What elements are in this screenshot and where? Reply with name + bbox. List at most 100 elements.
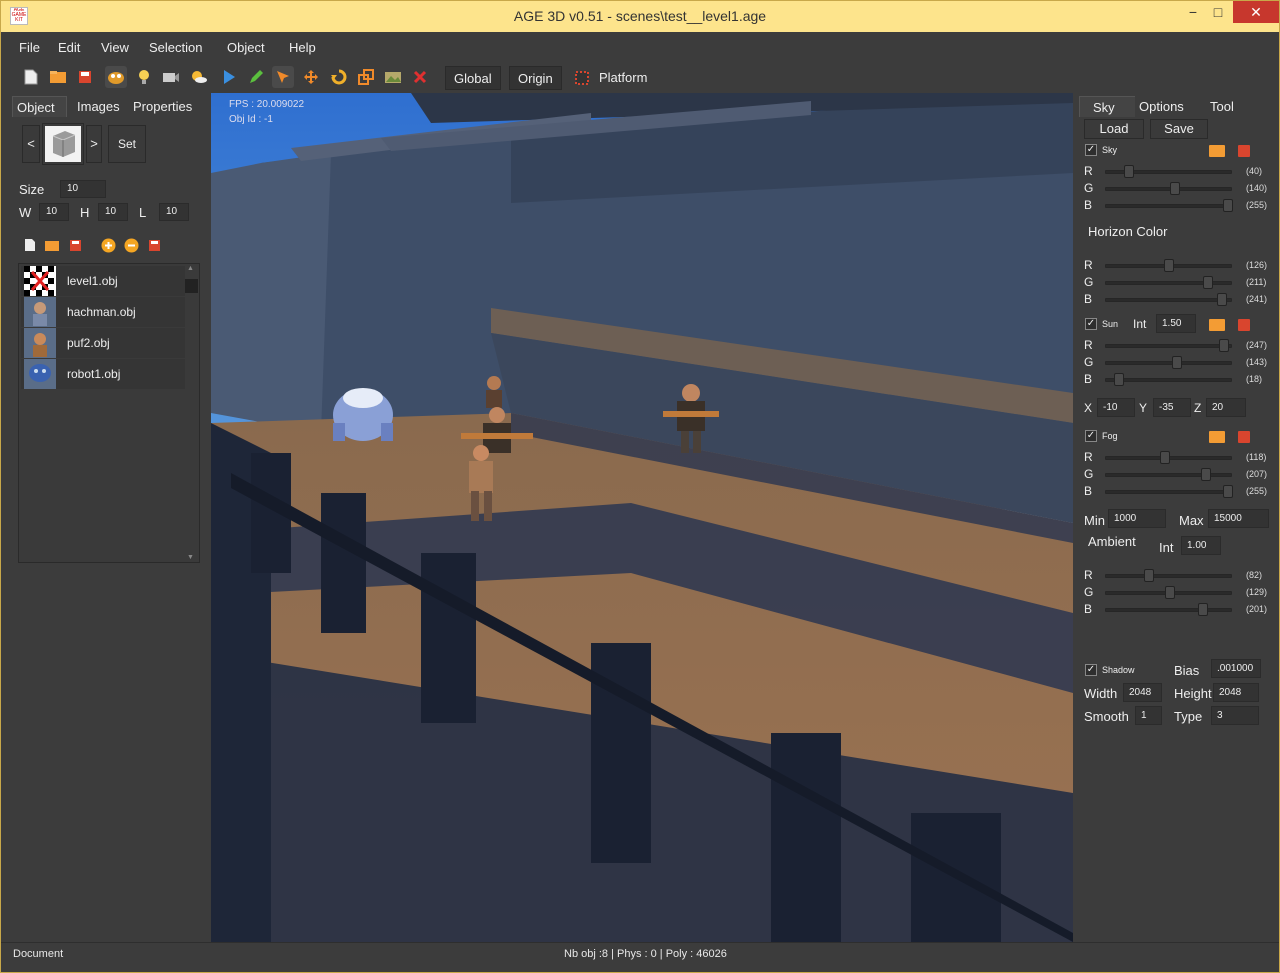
sky-checkbox[interactable]: ✓	[1085, 144, 1097, 156]
save-object-icon[interactable]	[64, 234, 86, 256]
menu-object[interactable]: Object	[227, 40, 265, 55]
scale-icon[interactable]	[355, 66, 377, 88]
menu-edit[interactable]: Edit	[58, 40, 80, 55]
light-bulb-icon[interactable]	[133, 66, 155, 88]
sky-save-icon[interactable]	[1238, 145, 1250, 157]
slider-handle[interactable]	[1144, 569, 1154, 582]
move-icon[interactable]	[300, 66, 322, 88]
fog-r-slider[interactable]	[1105, 451, 1232, 464]
tab-object[interactable]: Object	[12, 96, 67, 117]
slider-handle[interactable]	[1203, 276, 1213, 289]
next-object-button[interactable]: >	[86, 125, 102, 163]
menu-selection[interactable]: Selection	[149, 40, 202, 55]
shadow-width-field[interactable]: 2048	[1123, 683, 1162, 702]
open-object-icon[interactable]	[41, 234, 63, 256]
sky-open-folder-icon[interactable]	[1209, 145, 1225, 157]
ambient-b-slider[interactable]	[1105, 603, 1232, 616]
list-item[interactable]: robot1.obj	[21, 359, 186, 389]
size-field[interactable]: 10	[60, 180, 106, 198]
object-preview[interactable]	[42, 123, 84, 165]
scroll-up-arrow[interactable]: ▲	[187, 265, 194, 272]
3d-viewport[interactable]: FPS : 20.009022 Obj Id : -1	[211, 93, 1073, 942]
sun-intensity-field[interactable]: 1.50	[1156, 314, 1196, 333]
menu-view[interactable]: View	[101, 40, 129, 55]
monster-icon[interactable]	[105, 66, 127, 88]
rotate-icon[interactable]	[328, 66, 350, 88]
tab-tool[interactable]: Tool	[1206, 96, 1238, 117]
scroll-thumb[interactable]	[185, 279, 198, 293]
list-item[interactable]: puf2.obj	[21, 328, 186, 358]
shadow-type-field[interactable]: 3	[1211, 706, 1259, 725]
fog-checkbox[interactable]: ✓	[1085, 430, 1097, 442]
ambient-r-slider[interactable]	[1105, 569, 1232, 582]
sky-b-slider[interactable]	[1105, 199, 1233, 212]
camera-icon[interactable]	[160, 66, 182, 88]
sky-g-slider[interactable]	[1105, 182, 1232, 195]
slider-handle[interactable]	[1223, 199, 1233, 212]
object-file-list[interactable]: level1.obj hachman.obj puf2.obj robot1.o…	[18, 263, 200, 563]
ambient-g-slider[interactable]	[1105, 586, 1232, 599]
h-field[interactable]: 10	[98, 203, 128, 221]
shadow-height-field[interactable]: 2048	[1213, 683, 1259, 702]
slider-handle[interactable]	[1160, 451, 1170, 464]
save-sky-button[interactable]: Save	[1150, 119, 1208, 139]
add-icon[interactable]	[97, 234, 119, 256]
tab-options[interactable]: Options	[1135, 96, 1188, 117]
origin-button[interactable]: Origin	[509, 66, 562, 90]
sun-save-icon[interactable]	[1238, 319, 1250, 331]
menu-help[interactable]: Help	[289, 40, 316, 55]
slider-handle[interactable]	[1201, 468, 1211, 481]
terrain-icon[interactable]	[382, 66, 404, 88]
fog-save-icon[interactable]	[1238, 431, 1250, 443]
maximize-button[interactable]: □	[1203, 1, 1233, 23]
platform-button[interactable]: Platform	[595, 66, 652, 90]
new-object-icon[interactable]	[19, 234, 41, 256]
sun-b-slider[interactable]	[1105, 373, 1232, 386]
prev-object-button[interactable]: <	[22, 125, 40, 163]
sun-z-field[interactable]: 20	[1206, 398, 1246, 417]
tab-properties[interactable]: Properties	[129, 96, 197, 117]
list-item[interactable]: hachman.obj	[21, 297, 186, 327]
slider-handle[interactable]	[1164, 259, 1174, 272]
fog-b-slider[interactable]	[1105, 485, 1233, 498]
ambient-intensity-field[interactable]: 1.00	[1181, 536, 1221, 555]
fog-min-field[interactable]: 1000	[1108, 509, 1166, 528]
close-button[interactable]: ✕	[1233, 1, 1279, 23]
slider-handle[interactable]	[1124, 165, 1134, 178]
sun-checkbox[interactable]: ✓	[1085, 318, 1097, 330]
list-scrollbar[interactable]: ▲ ▼	[185, 265, 198, 561]
fog-max-field[interactable]: 15000	[1208, 509, 1269, 528]
slider-handle[interactable]	[1223, 485, 1233, 498]
save-list-icon[interactable]	[143, 234, 165, 256]
play-icon[interactable]	[218, 66, 240, 88]
slider-handle[interactable]	[1198, 603, 1208, 616]
fog-g-slider[interactable]	[1105, 468, 1232, 481]
set-button[interactable]: Set	[108, 125, 146, 163]
horizon-r-slider[interactable]	[1105, 259, 1232, 272]
open-folder-icon[interactable]	[47, 66, 69, 88]
delete-icon[interactable]	[409, 66, 431, 88]
slider-handle[interactable]	[1114, 373, 1124, 386]
l-field[interactable]: 10	[159, 203, 189, 221]
save-icon[interactable]	[74, 66, 96, 88]
menu-file[interactable]: File	[19, 40, 40, 55]
load-button[interactable]: Load	[1084, 119, 1144, 139]
new-file-icon[interactable]	[20, 66, 42, 88]
sky-r-slider[interactable]	[1105, 165, 1232, 178]
remove-icon[interactable]	[120, 234, 142, 256]
sun-r-slider[interactable]	[1105, 339, 1232, 352]
shadow-checkbox[interactable]: ✓	[1085, 664, 1097, 676]
slider-handle[interactable]	[1172, 356, 1182, 369]
sun-open-folder-icon[interactable]	[1209, 319, 1225, 331]
fog-open-folder-icon[interactable]	[1209, 431, 1225, 443]
horizon-b-slider[interactable]	[1105, 293, 1232, 306]
tab-images[interactable]: Images	[73, 96, 124, 117]
slider-handle[interactable]	[1219, 339, 1229, 352]
sun-y-field[interactable]: -35	[1153, 398, 1191, 417]
slider-handle[interactable]	[1217, 293, 1227, 306]
tab-sky[interactable]: Sky	[1079, 96, 1136, 117]
w-field[interactable]: 10	[39, 203, 69, 221]
slider-handle[interactable]	[1165, 586, 1175, 599]
sun-x-field[interactable]: -10	[1097, 398, 1135, 417]
sun-g-slider[interactable]	[1105, 356, 1232, 369]
